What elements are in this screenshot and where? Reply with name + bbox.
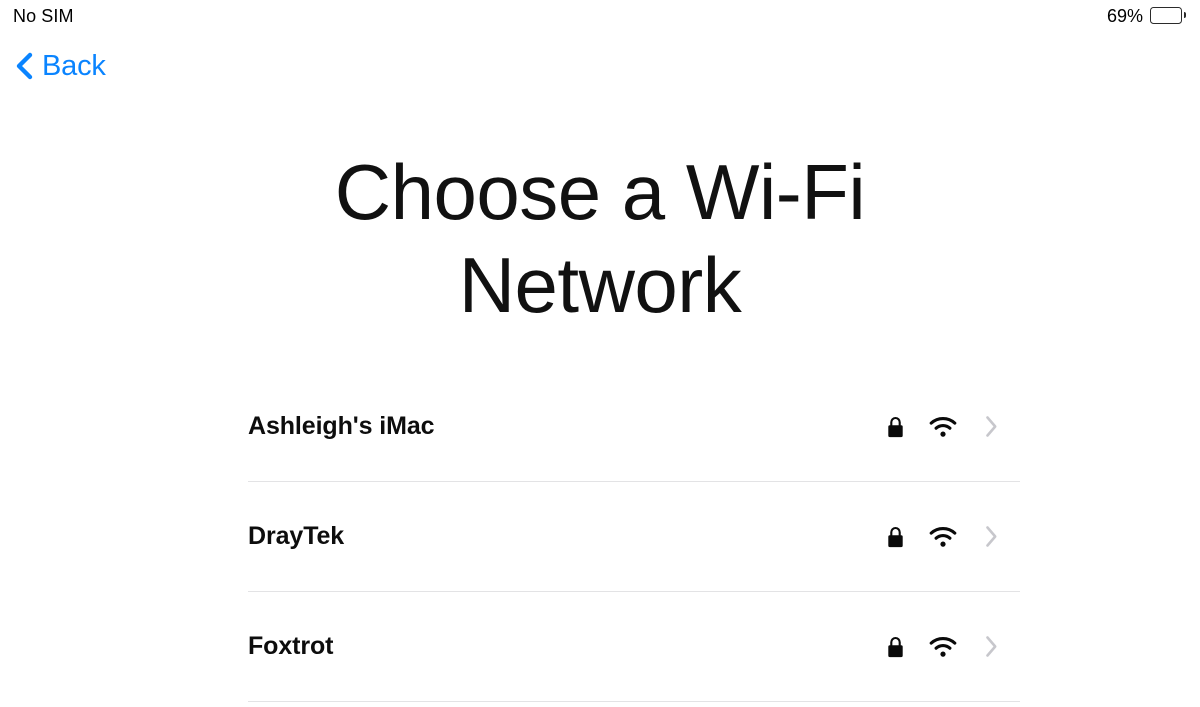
lock-icon (888, 636, 903, 657)
network-name-label: Ashleigh's iMac (248, 412, 435, 440)
back-button[interactable]: Back (14, 46, 106, 86)
back-button-label: Back (42, 49, 106, 82)
status-bar: No SIM 69% (0, 0, 1200, 30)
battery-body (1150, 6, 1183, 24)
wifi-network-list: Ashleigh's iMac DrayTek Foxtrot (248, 372, 1020, 702)
wifi-icon (929, 416, 957, 437)
table-row[interactable]: Foxtrot (248, 592, 1020, 702)
lock-icon (888, 526, 903, 547)
status-bar-left: No SIM (13, 5, 74, 25)
table-row[interactable]: Ashleigh's iMac (248, 372, 1020, 482)
carrier-status-label: No SIM (13, 6, 74, 26)
lock-icon (888, 416, 903, 437)
chevron-right-icon[interactable] (985, 415, 998, 438)
page-title: Choose a Wi-Fi Network (334, 148, 866, 329)
row-accessories (887, 525, 1020, 548)
row-accessories (887, 635, 1020, 658)
chevron-right-icon[interactable] (985, 635, 998, 658)
battery-cap (1183, 11, 1186, 19)
network-name-label: Foxtrot (248, 632, 334, 660)
ios-wifi-setup-screen: No SIM 69% Back Choose a Wi-Fi Network A… (0, 0, 1200, 707)
chevron-left-icon (16, 52, 33, 80)
status-bar-right: 69% (1107, 5, 1186, 25)
network-name-label: DrayTek (248, 522, 345, 550)
battery-icon (1150, 6, 1186, 24)
battery-percentage-label: 69% (1106, 6, 1143, 26)
table-row[interactable]: DrayTek (248, 482, 1020, 592)
chevron-right-icon[interactable] (985, 525, 998, 548)
row-accessories (887, 415, 1020, 438)
wifi-icon (929, 526, 957, 547)
wifi-icon (929, 636, 957, 657)
